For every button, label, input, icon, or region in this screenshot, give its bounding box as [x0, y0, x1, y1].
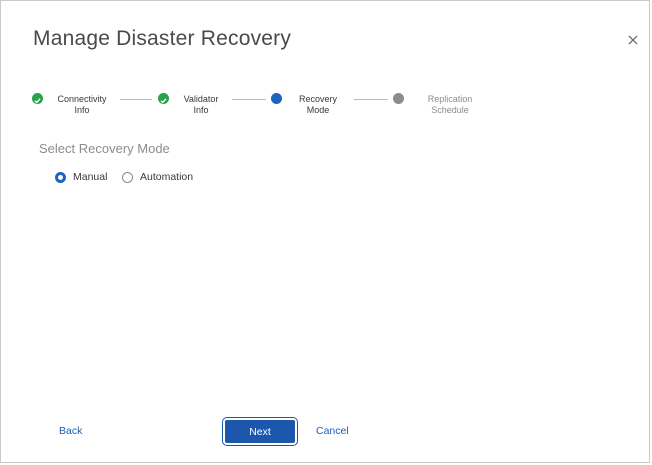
check-icon [32, 93, 43, 104]
step-connector [354, 99, 388, 100]
step-label: Replication Schedule [427, 94, 473, 115]
step-connector [120, 99, 152, 100]
radio-button-manual[interactable] [55, 171, 66, 183]
step-label: Connectivity Info [57, 94, 107, 115]
dialog-title: Manage Disaster Recovery [33, 27, 292, 50]
manage-disaster-recovery-dialog: Manage Disaster Recovery Connectivity In… [0, 0, 650, 463]
radio-label: Automation [140, 171, 194, 183]
upcoming-step-dot [393, 93, 404, 104]
radio-label: Manual [73, 171, 108, 183]
current-step-dot [271, 93, 282, 104]
radio-button-automation[interactable] [122, 171, 133, 183]
back-button[interactable]: Back [59, 425, 82, 437]
radio-option-manual[interactable]: Manual [55, 171, 107, 183]
step-label: Recovery Mode [298, 94, 337, 115]
step-label: Validator Info [183, 94, 219, 115]
next-button[interactable]: Next [223, 418, 297, 445]
close-icon[interactable] [625, 32, 641, 48]
cancel-button[interactable]: Cancel [316, 425, 349, 437]
section-title: Select Recovery Mode [39, 141, 170, 156]
step-connector [232, 99, 266, 100]
radio-option-automation[interactable]: Automation [122, 171, 193, 183]
